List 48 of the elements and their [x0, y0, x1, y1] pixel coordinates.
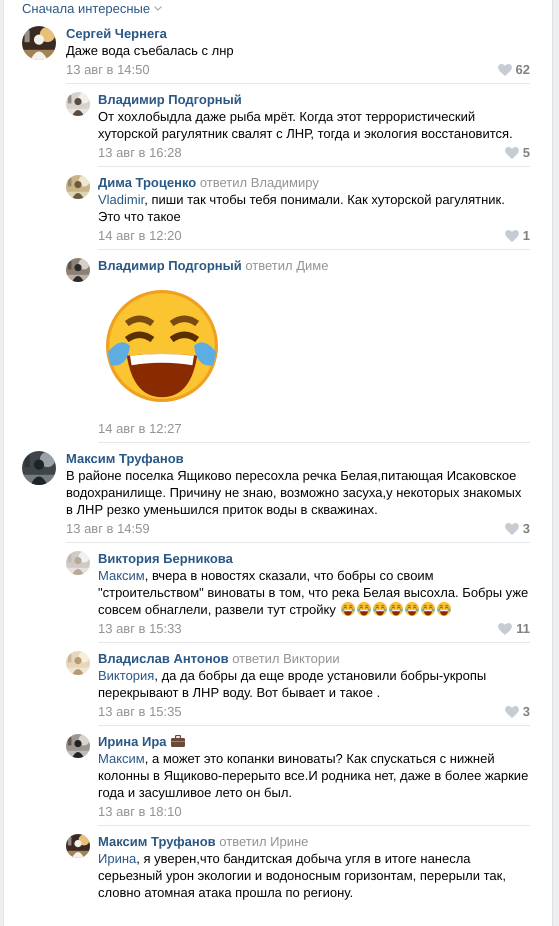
like-button[interactable]: 62: [498, 62, 530, 77]
mention-link[interactable]: Максим: [98, 568, 145, 583]
mention-link[interactable]: Виктория: [98, 668, 154, 683]
comment-text: В районе поселка Ящиково пересохла речка Белая,питающая Исаковское водохранилище. Причину не знаю, возможно засуха,у некоторых знакомых в ЛНР резко уменьшился приток воды в скважинах.: [66, 467, 522, 518]
author-name[interactable]: Дима Троценко: [98, 175, 196, 190]
like-button[interactable]: 3: [504, 521, 530, 536]
comment-text: Максим, вчера в новостях сказали, что бобры со своим "строительством" виноваты в том, что река Белая высохла. Бобры уже совсем обнаглели, развели тут стройку: [98, 567, 530, 618]
laughing-emoji-icon: [372, 601, 388, 617]
briefcase-icon: [170, 735, 184, 747]
author-name[interactable]: Виктория Берникова: [98, 551, 233, 566]
laughing-emoji-icon: [340, 601, 356, 617]
laughing-emoji-icon: [356, 601, 372, 617]
comment-text: Максим, а может это копанки виноваты? Как спускаться с нижней колонны в Ящиково-перерыто все.И родника нет, даже в более жаркие года и засушливое лето он был.: [98, 750, 530, 801]
mention-link[interactable]: Ирина: [98, 851, 136, 866]
author-name[interactable]: Владимир Подгорный: [98, 92, 242, 107]
like-button[interactable]: 3: [504, 704, 530, 719]
author-name[interactable]: Владислав Антонов: [98, 651, 229, 666]
like-button[interactable]: 5: [504, 145, 530, 160]
laughing-emoji-icon: [404, 601, 420, 617]
author-name[interactable]: Максим Труфанов: [66, 451, 184, 466]
author-name[interactable]: Ирина Ира: [98, 734, 166, 749]
comment-text: Виктория, да да бобры да еще вроде установили бобры-укропы перекрывают в ЛНР воду. Вот бывает и такое .: [98, 667, 488, 701]
chevron-down-icon: [154, 6, 162, 11]
author-name[interactable]: Сергей Чернега: [66, 26, 167, 41]
mention-link[interactable]: Vladimir: [98, 192, 144, 207]
reply-to-label: ответил Владимиру: [200, 175, 319, 190]
like-button[interactable]: 1: [504, 228, 530, 243]
reply-to-label: ответил Виктории: [232, 651, 340, 666]
author-name[interactable]: Максим Труфанов: [98, 834, 216, 849]
reply-to-label: ответил Диме: [245, 258, 328, 273]
laughing-emoji-icon: [436, 601, 452, 617]
laughing-emoji-icon: [388, 601, 404, 617]
laughing-emoji-icon: [420, 601, 436, 617]
sort-dropdown[interactable]: Сначала интересные: [22, 2, 162, 15]
heart-icon: [504, 146, 519, 158]
heart-icon: [498, 622, 512, 634]
heart-icon: [504, 230, 519, 242]
heart-icon: [504, 706, 519, 718]
reply-to-label: ответил Ирине: [219, 834, 308, 849]
like-button[interactable]: 11: [498, 621, 530, 636]
heart-icon: [498, 64, 512, 76]
mention-link[interactable]: Максим: [98, 751, 145, 766]
comment-text: Ирина, я уверен,что бандитская добыча угля в итоге нанесла серьезный урон экологии и водоносным горизонтам, перерыли так, словно атомная атака прошла по региону.: [98, 850, 507, 901]
heart-icon: [504, 522, 519, 534]
comment-text: Даже вода съебалась с лнр: [66, 42, 235, 59]
comment-text: От хохлобыдла даже рыба мрёт. Когда этот террористический хуторской рагулятник свалят с ЛНР, тогда и экология восстановится.: [98, 108, 514, 142]
comment-text: Vladimir, пиши так чтобы тебя понимали. Как хуторской рагулятник. Это что такое: [98, 191, 506, 225]
author-name[interactable]: Владимир Подгорный: [98, 258, 242, 273]
